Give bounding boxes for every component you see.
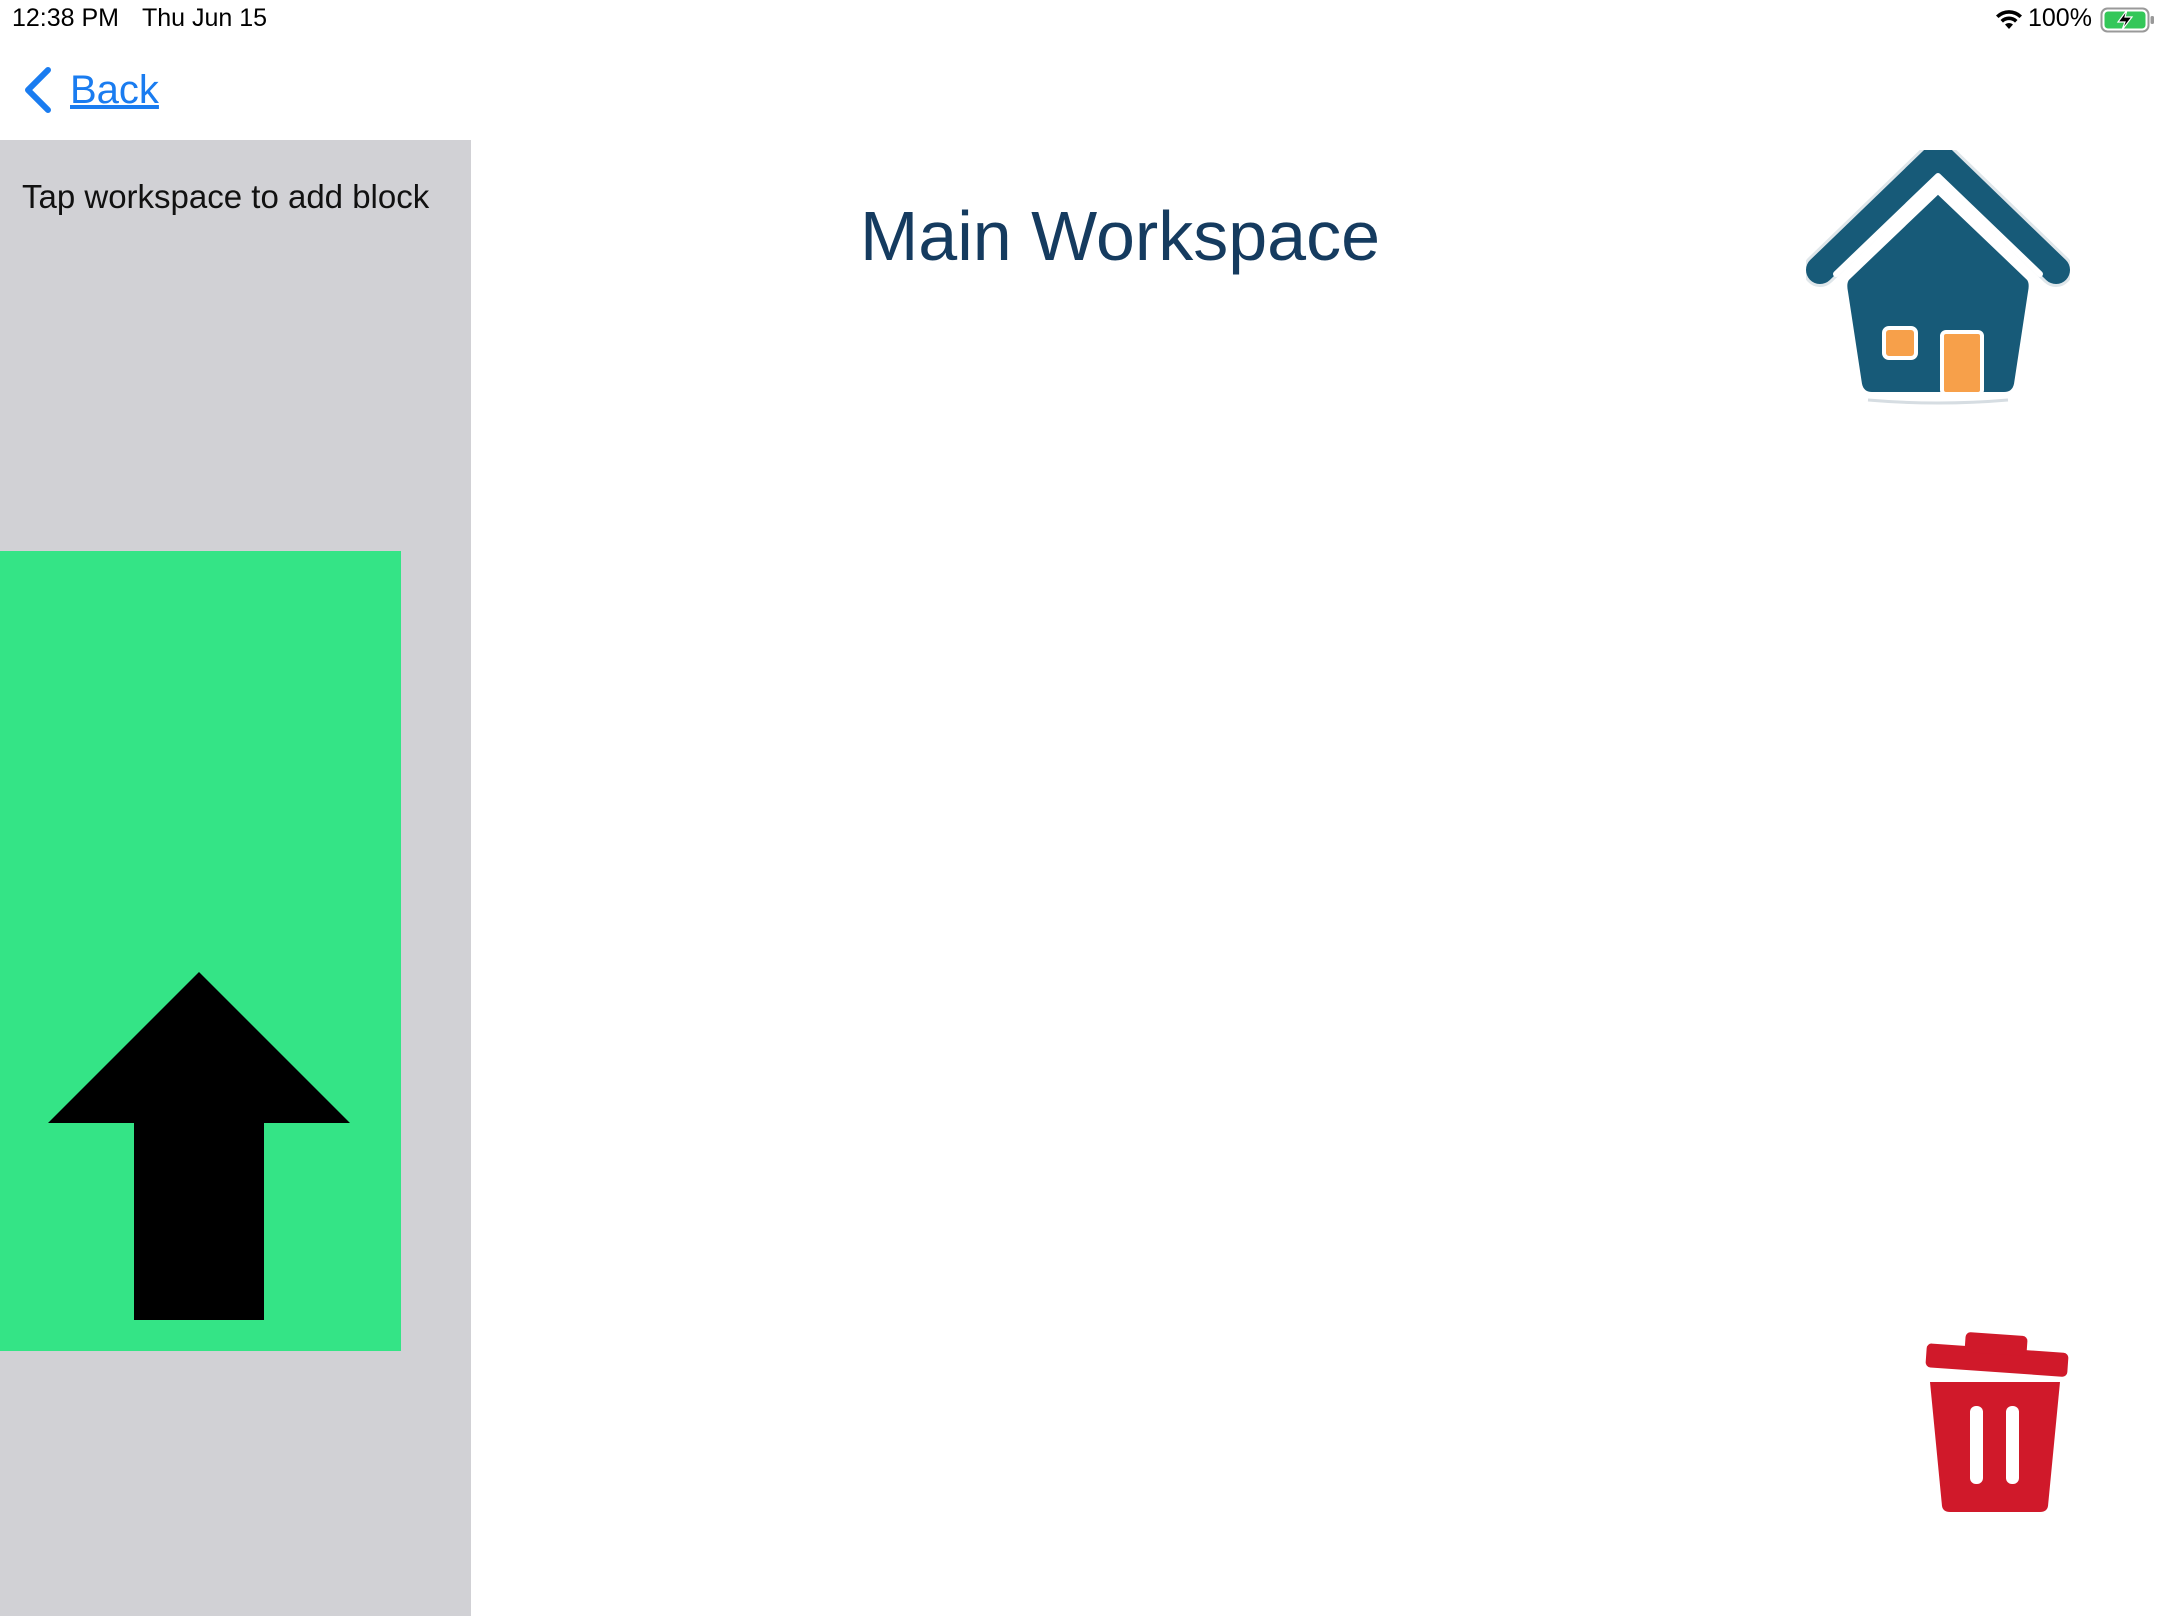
sidebar-hint: Tap workspace to add block <box>22 178 430 215</box>
block-palette-sidebar: Tap workspace to add block <box>0 140 471 1616</box>
page-title: Main Workspace <box>860 197 1381 275</box>
status-date: Thu Jun 15 <box>142 4 268 32</box>
move-forward-block[interactable] <box>0 551 401 1351</box>
status-time: 12:38 PM <box>12 4 120 32</box>
back-button[interactable]: Back <box>22 62 159 118</box>
home-icon[interactable] <box>1806 150 2070 406</box>
status-bar: 12:38 PM Thu Jun 15 100% <box>0 0 2160 40</box>
screen: 12:38 PM Thu Jun 15 100% Back Tap worksp… <box>0 0 2160 1620</box>
back-label: Back <box>70 67 159 112</box>
wifi-icon <box>1996 10 2022 29</box>
chevron-left-icon <box>25 67 51 113</box>
battery-percent: 100% <box>2028 4 2092 32</box>
battery-charging-icon <box>2100 7 2154 33</box>
trash-icon[interactable] <box>1918 1330 2072 1512</box>
arrow-up-icon <box>48 972 350 1320</box>
